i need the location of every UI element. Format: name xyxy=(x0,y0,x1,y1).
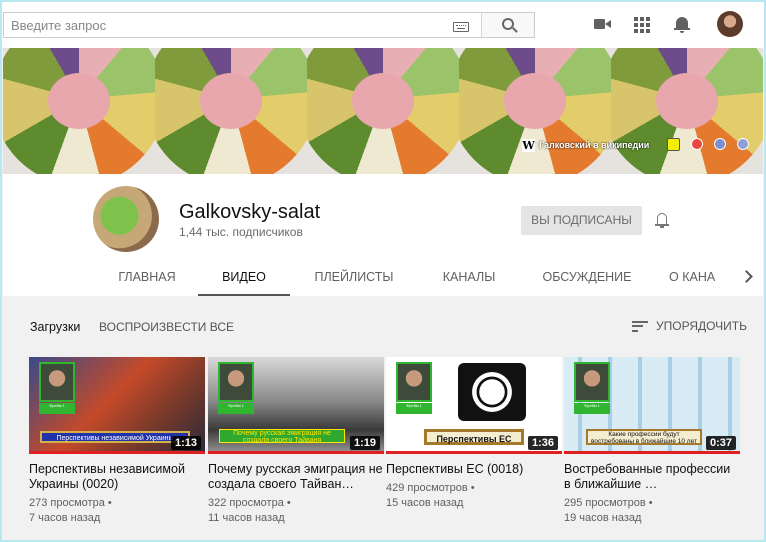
channel-header: Galkovsky-salat 1,44 тыс. подписчиков ВЫ… xyxy=(3,174,763,296)
channel-name: Galkovsky-salat xyxy=(179,201,321,223)
subscriber-count: 1,44 тыс. подписчиков xyxy=(179,225,303,239)
top-bar: Введите запрос xyxy=(0,0,766,48)
watched-progress-bar xyxy=(386,451,562,454)
video-title[interactable]: Почему русская эмиграция не создала свое… xyxy=(208,462,384,492)
thumbnail-caption: Перспективы ЕС xyxy=(424,429,524,445)
sort-icon xyxy=(632,320,648,332)
search-box: Введите запрос xyxy=(3,12,535,38)
wikipedia-link[interactable]: W Галковский в википедии xyxy=(522,137,649,153)
search-icon xyxy=(502,18,514,30)
video-duration: 1:19 xyxy=(349,436,380,450)
video-card[interactable]: Фрейм 1 Какие профессии будут востребова… xyxy=(564,357,740,526)
video-views: 273 просмотра • xyxy=(29,497,112,509)
sort-label: УПОРЯДОЧИТЬ xyxy=(656,319,748,333)
thumbnail-caption: Перспективы независимой Украины xyxy=(40,431,190,443)
thumbnail-caption: Какие профессии будут востребованы в бли… xyxy=(586,429,702,445)
emblem-image xyxy=(458,363,526,421)
notification-bell-icon[interactable] xyxy=(655,212,669,228)
video-title[interactable]: Востребованные профессии в ближайшие … xyxy=(564,462,740,492)
subscribed-button[interactable]: ВЫ ПОДПИСАНЫ xyxy=(521,206,642,235)
video-thumbnail[interactable]: Фрейм 1 Почему русская эмиграция не созд… xyxy=(208,357,384,454)
search-button[interactable] xyxy=(481,13,534,37)
thumbnail-tag: Фрейм 1 xyxy=(39,403,75,414)
channel-banner: W Галковский в википедии xyxy=(3,48,763,174)
watched-progress-bar xyxy=(564,451,740,454)
video-card[interactable]: Фрейм 1 Почему русская эмиграция не созд… xyxy=(208,357,384,526)
thumbnail-portrait xyxy=(218,362,254,402)
search-input[interactable]: Введите запрос xyxy=(4,13,481,37)
wikipedia-icon: W xyxy=(522,138,535,152)
thumbnail-tag: Фрейм 1 xyxy=(574,403,610,414)
video-thumbnail[interactable]: Фрейм 1 Перспективы независимой Украины … xyxy=(29,357,205,454)
yellow-link-icon[interactable] xyxy=(667,138,680,151)
keyboard-icon[interactable] xyxy=(453,22,469,32)
thumbnail-caption: Почему русская эмиграция не создала свое… xyxy=(219,429,345,444)
thumbnail-tag: Фрейм 1 xyxy=(218,403,254,414)
sort-button[interactable]: УПОРЯДОЧИТЬ xyxy=(632,319,747,333)
tab-playlists[interactable]: ПЛЕЙЛИСТЫ xyxy=(304,260,404,296)
video-thumbnail[interactable]: Фрейм 1 Какие профессии будут востребова… xyxy=(564,357,740,454)
video-camera-icon[interactable] xyxy=(592,14,612,34)
tab-discussion[interactable]: ОБСУЖДЕНИЕ xyxy=(537,260,637,296)
video-age: 15 часов назад xyxy=(386,497,464,509)
wikipedia-link-label: Галковский в википедии xyxy=(539,140,650,150)
video-card[interactable]: Фрейм 1 Перспективы независимой Украины … xyxy=(29,357,205,526)
video-duration: 0:37 xyxy=(705,436,736,450)
globe-link-icon[interactable] xyxy=(714,138,726,150)
video-age: 7 часов назад xyxy=(29,512,101,524)
section-title: Загрузки xyxy=(30,320,81,334)
notifications-bell-icon[interactable] xyxy=(672,14,692,34)
avatar[interactable] xyxy=(717,11,743,37)
globe-link-icon-2[interactable] xyxy=(737,138,749,150)
tab-videos[interactable]: ВИДЕО xyxy=(198,260,290,296)
video-views: 322 просмотра • xyxy=(208,497,291,509)
tab-about[interactable]: О КАНА xyxy=(669,260,729,296)
search-placeholder: Введите запрос xyxy=(11,18,107,33)
channel-tabs: ГЛАВНАЯ ВИДЕО ПЛЕЙЛИСТЫ КАНАЛЫ ОБСУЖДЕНИ… xyxy=(3,260,763,296)
video-title[interactable]: Перспективы независимой Украины (0020) xyxy=(29,462,205,492)
thumbnail-tag: Фрейм 1 xyxy=(396,403,432,414)
channel-avatar[interactable] xyxy=(93,186,159,252)
video-card[interactable]: Фрейм 1 Перспективы ЕС 1:36 Перспективы … xyxy=(386,357,562,511)
video-duration: 1:36 xyxy=(527,436,558,450)
red-link-icon[interactable] xyxy=(691,138,703,150)
play-all-button[interactable]: ВОСПРОИЗВЕСТИ ВСЕ xyxy=(99,320,234,334)
video-views: 295 просмотров • xyxy=(564,497,653,509)
apps-icon[interactable] xyxy=(631,14,651,34)
video-age: 11 часов назад xyxy=(208,512,285,524)
thumbnail-portrait xyxy=(574,362,610,402)
tab-home[interactable]: ГЛАВНАЯ xyxy=(107,260,187,296)
tab-channels[interactable]: КАНАЛЫ xyxy=(430,260,508,296)
video-title[interactable]: Перспективы ЕС (0018) xyxy=(386,462,562,477)
thumbnail-portrait xyxy=(39,362,75,402)
thumbnail-portrait xyxy=(396,362,432,402)
video-duration: 1:13 xyxy=(170,436,201,450)
video-age: 19 часов назад xyxy=(564,512,642,524)
video-views: 429 просмотров • xyxy=(386,482,475,494)
video-thumbnail[interactable]: Фрейм 1 Перспективы ЕС 1:36 xyxy=(386,357,562,454)
watched-progress-bar xyxy=(29,451,205,454)
watched-progress-bar xyxy=(208,451,384,454)
